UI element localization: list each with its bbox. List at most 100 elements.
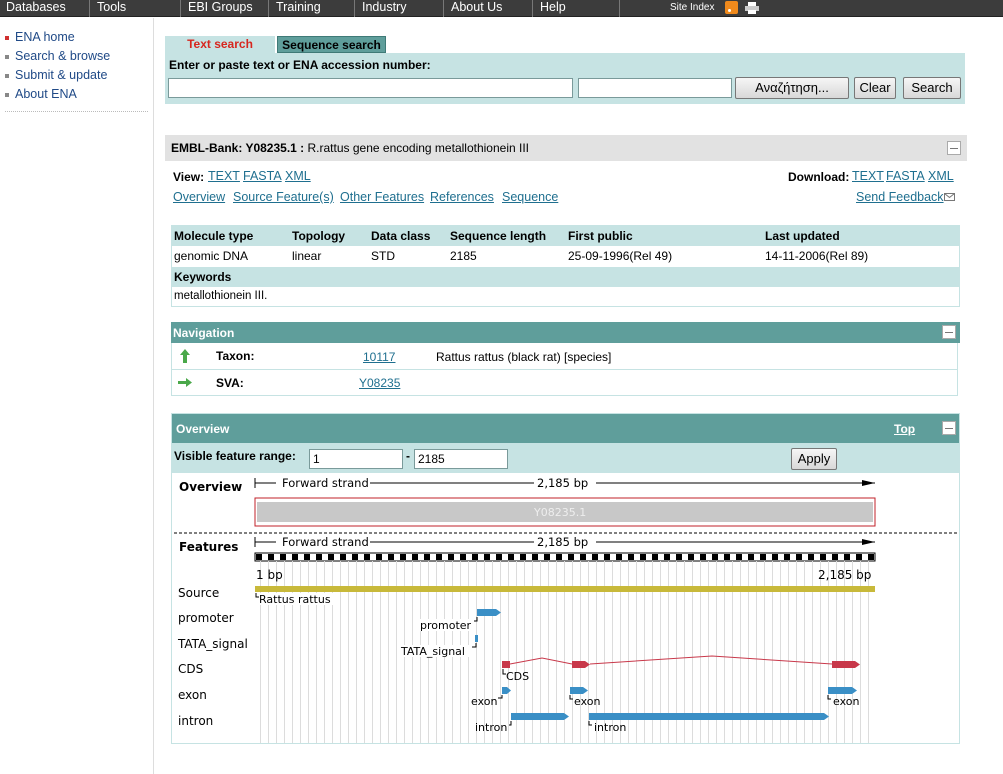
tab-text-search[interactable]: Text search [165, 36, 276, 53]
leftnav-submit-update[interactable]: Submit & update [5, 68, 107, 82]
genome-browser-image: Overview Forward strand 2,185 bp Y08235.… [172, 473, 959, 743]
value-last-updated: 14-11-2006(Rel 89) [765, 249, 869, 263]
promoter-feature-label: promoter [420, 619, 472, 632]
track-label-source: Source [178, 586, 219, 600]
sva-label: SVA: [216, 376, 244, 390]
site-index-link[interactable]: Site Index [670, 0, 714, 16]
features-track-label: Features [179, 540, 238, 554]
intron-feature[interactable] [589, 713, 829, 720]
header-molecule-type: Molecule type [174, 229, 254, 243]
intron-feature[interactable] [511, 713, 569, 720]
search-label: Enter or paste text or ENA accession num… [169, 58, 431, 72]
value-sequence-length: 2185 [450, 249, 477, 263]
overview-title: Overview [176, 422, 230, 436]
value-molecule-type: genomic DNA [174, 249, 249, 263]
collapse-icon[interactable] [947, 141, 961, 155]
apply-button[interactable]: Apply [791, 448, 837, 470]
link-source-features[interactable]: Source Feature(s) [233, 190, 334, 204]
source-feature[interactable] [255, 586, 875, 592]
exon-feature[interactable] [828, 687, 857, 694]
print-icon[interactable] [744, 2, 760, 14]
view-text-link[interactable]: TEXT [208, 169, 240, 183]
value-first-public: 25-09-1996(Rel 49) [568, 249, 673, 263]
view-fasta-link[interactable]: FASTA [243, 169, 282, 183]
start-label: 1 bp [256, 568, 283, 582]
length-label: 2,185 bp [537, 535, 588, 549]
download-xml-link[interactable]: XML [928, 169, 954, 183]
taxon-name: Rattus rattus (black rat) [species] [436, 350, 612, 364]
keywords-label: Keywords [174, 270, 232, 284]
search-button[interactable]: Search [903, 77, 961, 99]
strand-arrow-icon [862, 480, 875, 486]
divider [5, 111, 148, 112]
tab-sequence-search[interactable]: Sequence search [277, 36, 386, 53]
navigation-panel: Navigation Taxon: 10117 Rattus rattus (b… [171, 322, 960, 398]
top-navigation-bar: Databases Tools EBI Groups Training Indu… [0, 0, 1003, 17]
collapse-icon[interactable] [942, 421, 956, 435]
nav-about-us[interactable]: About Us [445, 0, 533, 17]
nav-row-sva: SVA: Y08235 [171, 370, 958, 396]
download-text-link[interactable]: TEXT [852, 169, 884, 183]
promoter-feature[interactable] [477, 609, 501, 616]
collapse-icon[interactable] [942, 325, 956, 339]
browse-button[interactable]: Αναζήτηση... [735, 77, 849, 99]
length-label: 2,185 bp [537, 476, 588, 490]
keywords-header-row [172, 267, 959, 287]
header-last-updated: Last updated [765, 229, 840, 243]
link-other-features[interactable]: Other Features [340, 190, 424, 204]
sva-id-link[interactable]: Y08235 [359, 376, 400, 390]
taxon-id-link[interactable]: 10117 [363, 350, 395, 364]
range-separator: - [406, 449, 410, 463]
leftnav-search-browse[interactable]: Search & browse [5, 49, 110, 63]
track-label-intron: intron [178, 714, 213, 728]
nav-help[interactable]: Help [534, 0, 620, 17]
track-label-cds: CDS [178, 662, 203, 676]
send-feedback-link[interactable]: Send Feedback [856, 190, 944, 204]
link-references[interactable]: References [430, 190, 494, 204]
nav-ebi-groups[interactable]: EBI Groups [182, 0, 269, 17]
link-overview[interactable]: Overview [173, 190, 225, 204]
exon-feature-label: exon [471, 695, 497, 708]
bullet-icon [5, 92, 9, 97]
track-label-exon: exon [178, 688, 207, 702]
navigation-header: Navigation [171, 322, 960, 343]
exon-feature-label: exon [574, 695, 600, 708]
nav-tools[interactable]: Tools [91, 0, 181, 17]
top-link[interactable]: Top [894, 422, 915, 436]
header-topology: Topology [292, 229, 346, 243]
nav-industry[interactable]: Industry [356, 0, 444, 17]
end-label: 2,185 bp [818, 568, 871, 582]
header-first-public: First public [568, 229, 633, 243]
download-fasta-link[interactable]: FASTA [886, 169, 925, 183]
file-path-field[interactable] [578, 78, 732, 98]
track-label-tata: TATA_signal [177, 637, 248, 651]
nav-databases[interactable]: Databases [0, 0, 90, 17]
bullet-icon [5, 73, 9, 78]
clear-button[interactable]: Clear [854, 77, 896, 99]
download-label: Download: [788, 170, 850, 184]
header-sequence-length: Sequence length [450, 229, 547, 243]
tata-signal-feature[interactable] [475, 635, 478, 642]
entry-description: R.rattus gene encoding metallothionein I… [307, 141, 529, 155]
entry-header: EMBL-Bank: Y08235.1 : R.rattus gene enco… [165, 135, 967, 161]
divider [153, 18, 154, 774]
range-from-input[interactable] [309, 449, 403, 469]
view-xml-link[interactable]: XML [285, 169, 311, 183]
info-header-row [172, 226, 959, 246]
link-sequence[interactable]: Sequence [502, 190, 558, 204]
nav-training[interactable]: Training [270, 0, 355, 17]
cds-exon-segment[interactable] [502, 661, 510, 668]
leftnav-ena-home[interactable]: ENA home [5, 30, 75, 44]
rss-icon[interactable] [725, 1, 738, 14]
intron-feature-label: intron [475, 721, 507, 734]
cds-feature-label: CDS [506, 670, 529, 683]
range-to-input[interactable] [414, 449, 508, 469]
sequence-name: Y08235.1 [533, 506, 586, 519]
cds-exon-segment[interactable] [832, 661, 860, 668]
leftnav-about-ena[interactable]: About ENA [5, 87, 77, 101]
overview-track-label: Overview [179, 480, 242, 494]
search-input[interactable] [168, 78, 573, 98]
value-data-class: STD [371, 249, 395, 263]
ruler-bar [255, 554, 875, 560]
taxon-label: Taxon: [216, 349, 255, 363]
